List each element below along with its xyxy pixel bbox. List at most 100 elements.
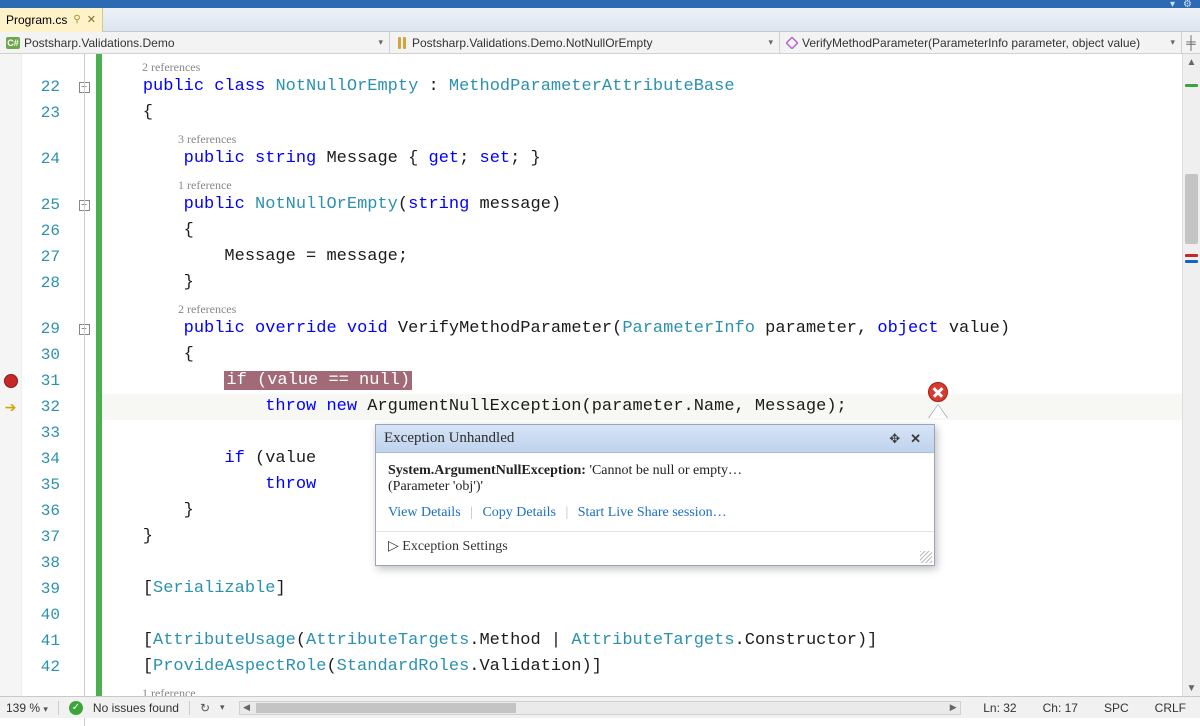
- code-line[interactable]: {: [102, 100, 1182, 126]
- codelens-reference-count[interactable]: 3 references: [102, 126, 1182, 146]
- scroll-right-arrow-icon[interactable]: ▶: [946, 702, 960, 714]
- code-line[interactable]: {: [102, 342, 1182, 368]
- live-share-link[interactable]: Start Live Share session…: [578, 505, 727, 520]
- code-line[interactable]: if (value == null): [102, 368, 1182, 394]
- scroll-up-arrow-icon[interactable]: ▲: [1183, 54, 1200, 70]
- line-number: 32: [22, 394, 66, 420]
- exception-error-icon[interactable]: [928, 382, 948, 402]
- horizontal-scrollbar[interactable]: ◀ ▶: [239, 701, 962, 715]
- code-editor[interactable]: ➔ 22232425262728293031323334353637383940…: [0, 54, 1200, 696]
- code-line[interactable]: [102, 602, 1182, 628]
- code-line[interactable]: public string Message { get; set; }: [102, 146, 1182, 172]
- close-icon[interactable]: ✕: [905, 431, 926, 447]
- scroll-thumb[interactable]: [1185, 174, 1198, 244]
- title-strip: ▾ ⚙: [0, 0, 1200, 8]
- nav-type-label: Postsharp.Validations.Demo.NotNullOrEmpt…: [412, 36, 653, 50]
- line-number: 24: [22, 146, 66, 172]
- scroll-thumb[interactable]: [256, 703, 516, 713]
- code-line[interactable]: throw new ArgumentNullException(paramete…: [102, 394, 1182, 420]
- exception-parameter: (Parameter 'obj')': [388, 479, 483, 494]
- line-ending[interactable]: CRLF: [1147, 701, 1194, 715]
- nav-project-dropdown[interactable]: C# Postsharp.Validations.Demo ▾: [0, 32, 390, 53]
- view-details-link[interactable]: View Details: [388, 505, 461, 520]
- split-editor-button[interactable]: ╪: [1182, 32, 1200, 53]
- class-icon: [396, 37, 408, 49]
- line-number: 30: [22, 342, 66, 368]
- outlining-gutter[interactable]: −−−: [72, 54, 96, 696]
- exception-type: System.ArgumentNullException:: [388, 463, 586, 478]
- exception-helper-popup: Exception Unhandled ✥ ✕ System.ArgumentN…: [375, 424, 935, 566]
- exception-popup-header: Exception Unhandled ✥ ✕: [376, 425, 934, 453]
- scroll-mark-caret: [1185, 260, 1198, 263]
- copy-details-link[interactable]: Copy Details: [482, 505, 556, 520]
- status-bar: 139 % ▾ ✓ No issues found ↻ ▾ ◀ ▶ Ln: 32…: [0, 696, 1200, 718]
- codelens-reference-count[interactable]: 1 reference: [102, 172, 1182, 192]
- code-line[interactable]: [ProvideAspectRole(StandardRoles.Validat…: [102, 654, 1182, 680]
- code-area[interactable]: 2 references public class NotNullOrEmpty…: [102, 54, 1182, 696]
- pin-icon[interactable]: ⚲: [73, 14, 80, 25]
- exception-callout-arrow: [928, 404, 948, 418]
- line-number: 29: [22, 316, 66, 342]
- scroll-left-arrow-icon[interactable]: ◀: [240, 702, 254, 714]
- scroll-down-arrow-icon[interactable]: ▼: [1183, 680, 1200, 696]
- file-tab-program-cs[interactable]: Program.cs ⚲ ✕: [0, 8, 103, 32]
- indent-mode[interactable]: SPC: [1096, 701, 1137, 715]
- code-line[interactable]: [Serializable]: [102, 576, 1182, 602]
- code-line[interactable]: [AttributeUsage(AttributeTargets.Method …: [102, 628, 1182, 654]
- line-number: 39: [22, 576, 66, 602]
- exception-settings-label: Exception Settings: [402, 539, 507, 554]
- issues-status[interactable]: No issues found: [93, 701, 179, 715]
- line-number: 36: [22, 498, 66, 524]
- nav-type-dropdown[interactable]: Postsharp.Validations.Demo.NotNullOrEmpt…: [390, 32, 780, 53]
- scroll-mark: [1185, 84, 1198, 87]
- resize-grip-icon[interactable]: [920, 551, 932, 563]
- breakpoint-icon[interactable]: [4, 374, 18, 388]
- line-number-gutter: 2223242526272829303132333435363738394041…: [22, 54, 72, 696]
- line-number: 38: [22, 550, 66, 576]
- ok-check-icon: ✓: [69, 701, 83, 715]
- close-icon[interactable]: ✕: [87, 13, 96, 26]
- execution-pointer-icon: ➔: [5, 399, 17, 416]
- line-number: 23: [22, 100, 66, 126]
- breakpoint-gutter[interactable]: ➔: [0, 54, 22, 696]
- pin-icon[interactable]: ✥: [884, 431, 905, 447]
- code-line[interactable]: }: [102, 270, 1182, 296]
- vertical-scrollbar[interactable]: ▲ ▼: [1182, 54, 1200, 696]
- code-line[interactable]: public class NotNullOrEmpty : MethodPara…: [102, 74, 1182, 100]
- line-number: 27: [22, 244, 66, 270]
- expand-triangle-icon: ▷: [388, 539, 399, 554]
- line-number: 37: [22, 524, 66, 550]
- code-line[interactable]: public override void VerifyMethodParamet…: [102, 316, 1182, 342]
- caret-column[interactable]: Ch: 17: [1035, 701, 1086, 715]
- file-tab-label: Program.cs: [6, 13, 67, 27]
- code-line[interactable]: Message = message;: [102, 244, 1182, 270]
- codelens-reference-count[interactable]: 2 references: [102, 296, 1182, 316]
- caret-line[interactable]: Ln: 32: [975, 701, 1024, 715]
- line-number: 40: [22, 602, 66, 628]
- exception-popup-title: Exception Unhandled: [384, 430, 514, 447]
- exception-popup-links: View Details | Copy Details | Start Live…: [376, 501, 934, 531]
- line-number: 26: [22, 218, 66, 244]
- line-number: 31: [22, 368, 66, 394]
- document-tab-bar: Program.cs ⚲ ✕: [0, 8, 1200, 32]
- line-number: 35: [22, 472, 66, 498]
- window-menu-icon[interactable]: ▾: [1170, 0, 1175, 10]
- exception-settings-expander[interactable]: ▷ Exception Settings: [376, 531, 934, 565]
- chevron-down-icon: ▾: [1170, 37, 1175, 48]
- codelens-reference-count[interactable]: 1 reference: [102, 680, 1182, 696]
- zoom-level[interactable]: 139 % ▾: [6, 701, 48, 715]
- chevron-down-icon: ▾: [378, 37, 383, 48]
- line-number: 28: [22, 270, 66, 296]
- chevron-down-icon: ▾: [768, 37, 773, 48]
- code-line[interactable]: public NotNullOrEmpty(string message): [102, 192, 1182, 218]
- codelens-reference-count[interactable]: 2 references: [102, 54, 1182, 74]
- exception-popup-body: System.ArgumentNullException: 'Cannot be…: [376, 453, 934, 501]
- line-number: 22: [22, 74, 66, 100]
- code-line[interactable]: {: [102, 218, 1182, 244]
- nav-member-dropdown[interactable]: VerifyMethodParameter(ParameterInfo para…: [780, 32, 1182, 53]
- gear-icon[interactable]: ⚙: [1183, 0, 1192, 10]
- refresh-icon[interactable]: ↻: [200, 701, 210, 715]
- method-icon: [786, 37, 798, 49]
- scroll-mark-error: [1185, 254, 1198, 257]
- csharp-project-icon: C#: [6, 37, 20, 49]
